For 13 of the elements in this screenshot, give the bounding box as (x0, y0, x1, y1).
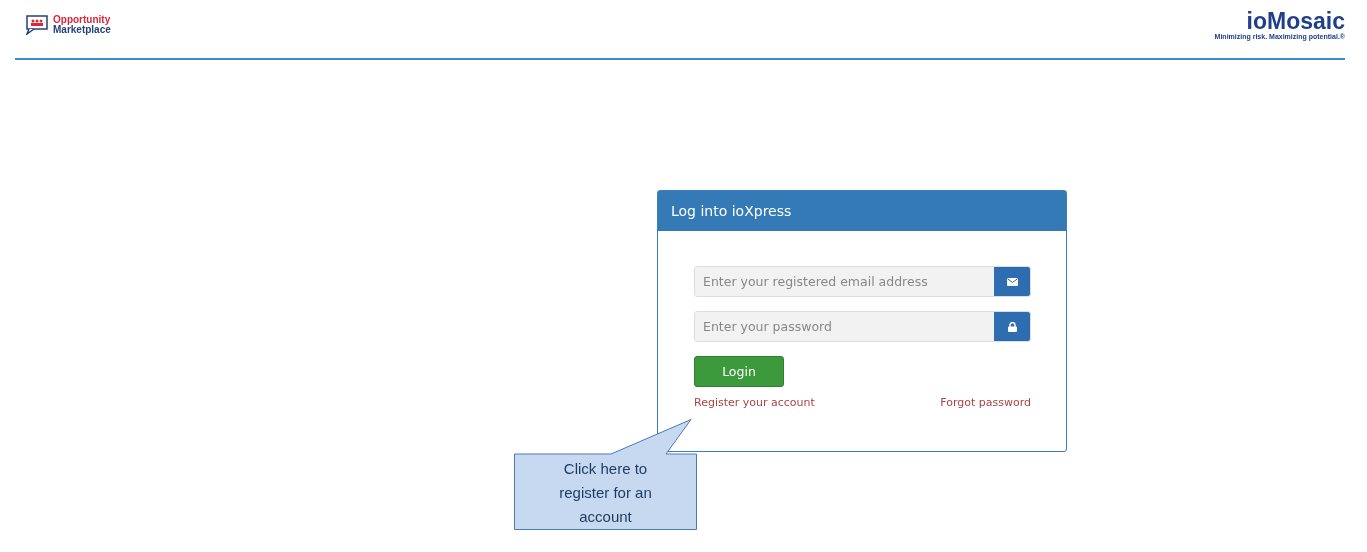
chat-people-icon (25, 15, 49, 35)
panel-title: Log into ioXpress (671, 203, 792, 219)
login-button[interactable]: Login (694, 356, 784, 387)
password-field[interactable]: Enter your password (694, 311, 1031, 342)
callout-text: Click here to register for an account (558, 459, 653, 527)
brand-name: Marketplace (53, 25, 111, 35)
forgot-password-link[interactable]: Forgot password (940, 396, 1031, 409)
email-field[interactable]: Enter your registered email address (694, 266, 1031, 297)
register-link[interactable]: Register your account (694, 396, 815, 409)
envelope-icon (1006, 277, 1018, 286)
lock-icon (1007, 321, 1017, 332)
brand-name: Opportunity (53, 15, 111, 25)
partner-logo: ioMosaic (1246, 8, 1345, 33)
